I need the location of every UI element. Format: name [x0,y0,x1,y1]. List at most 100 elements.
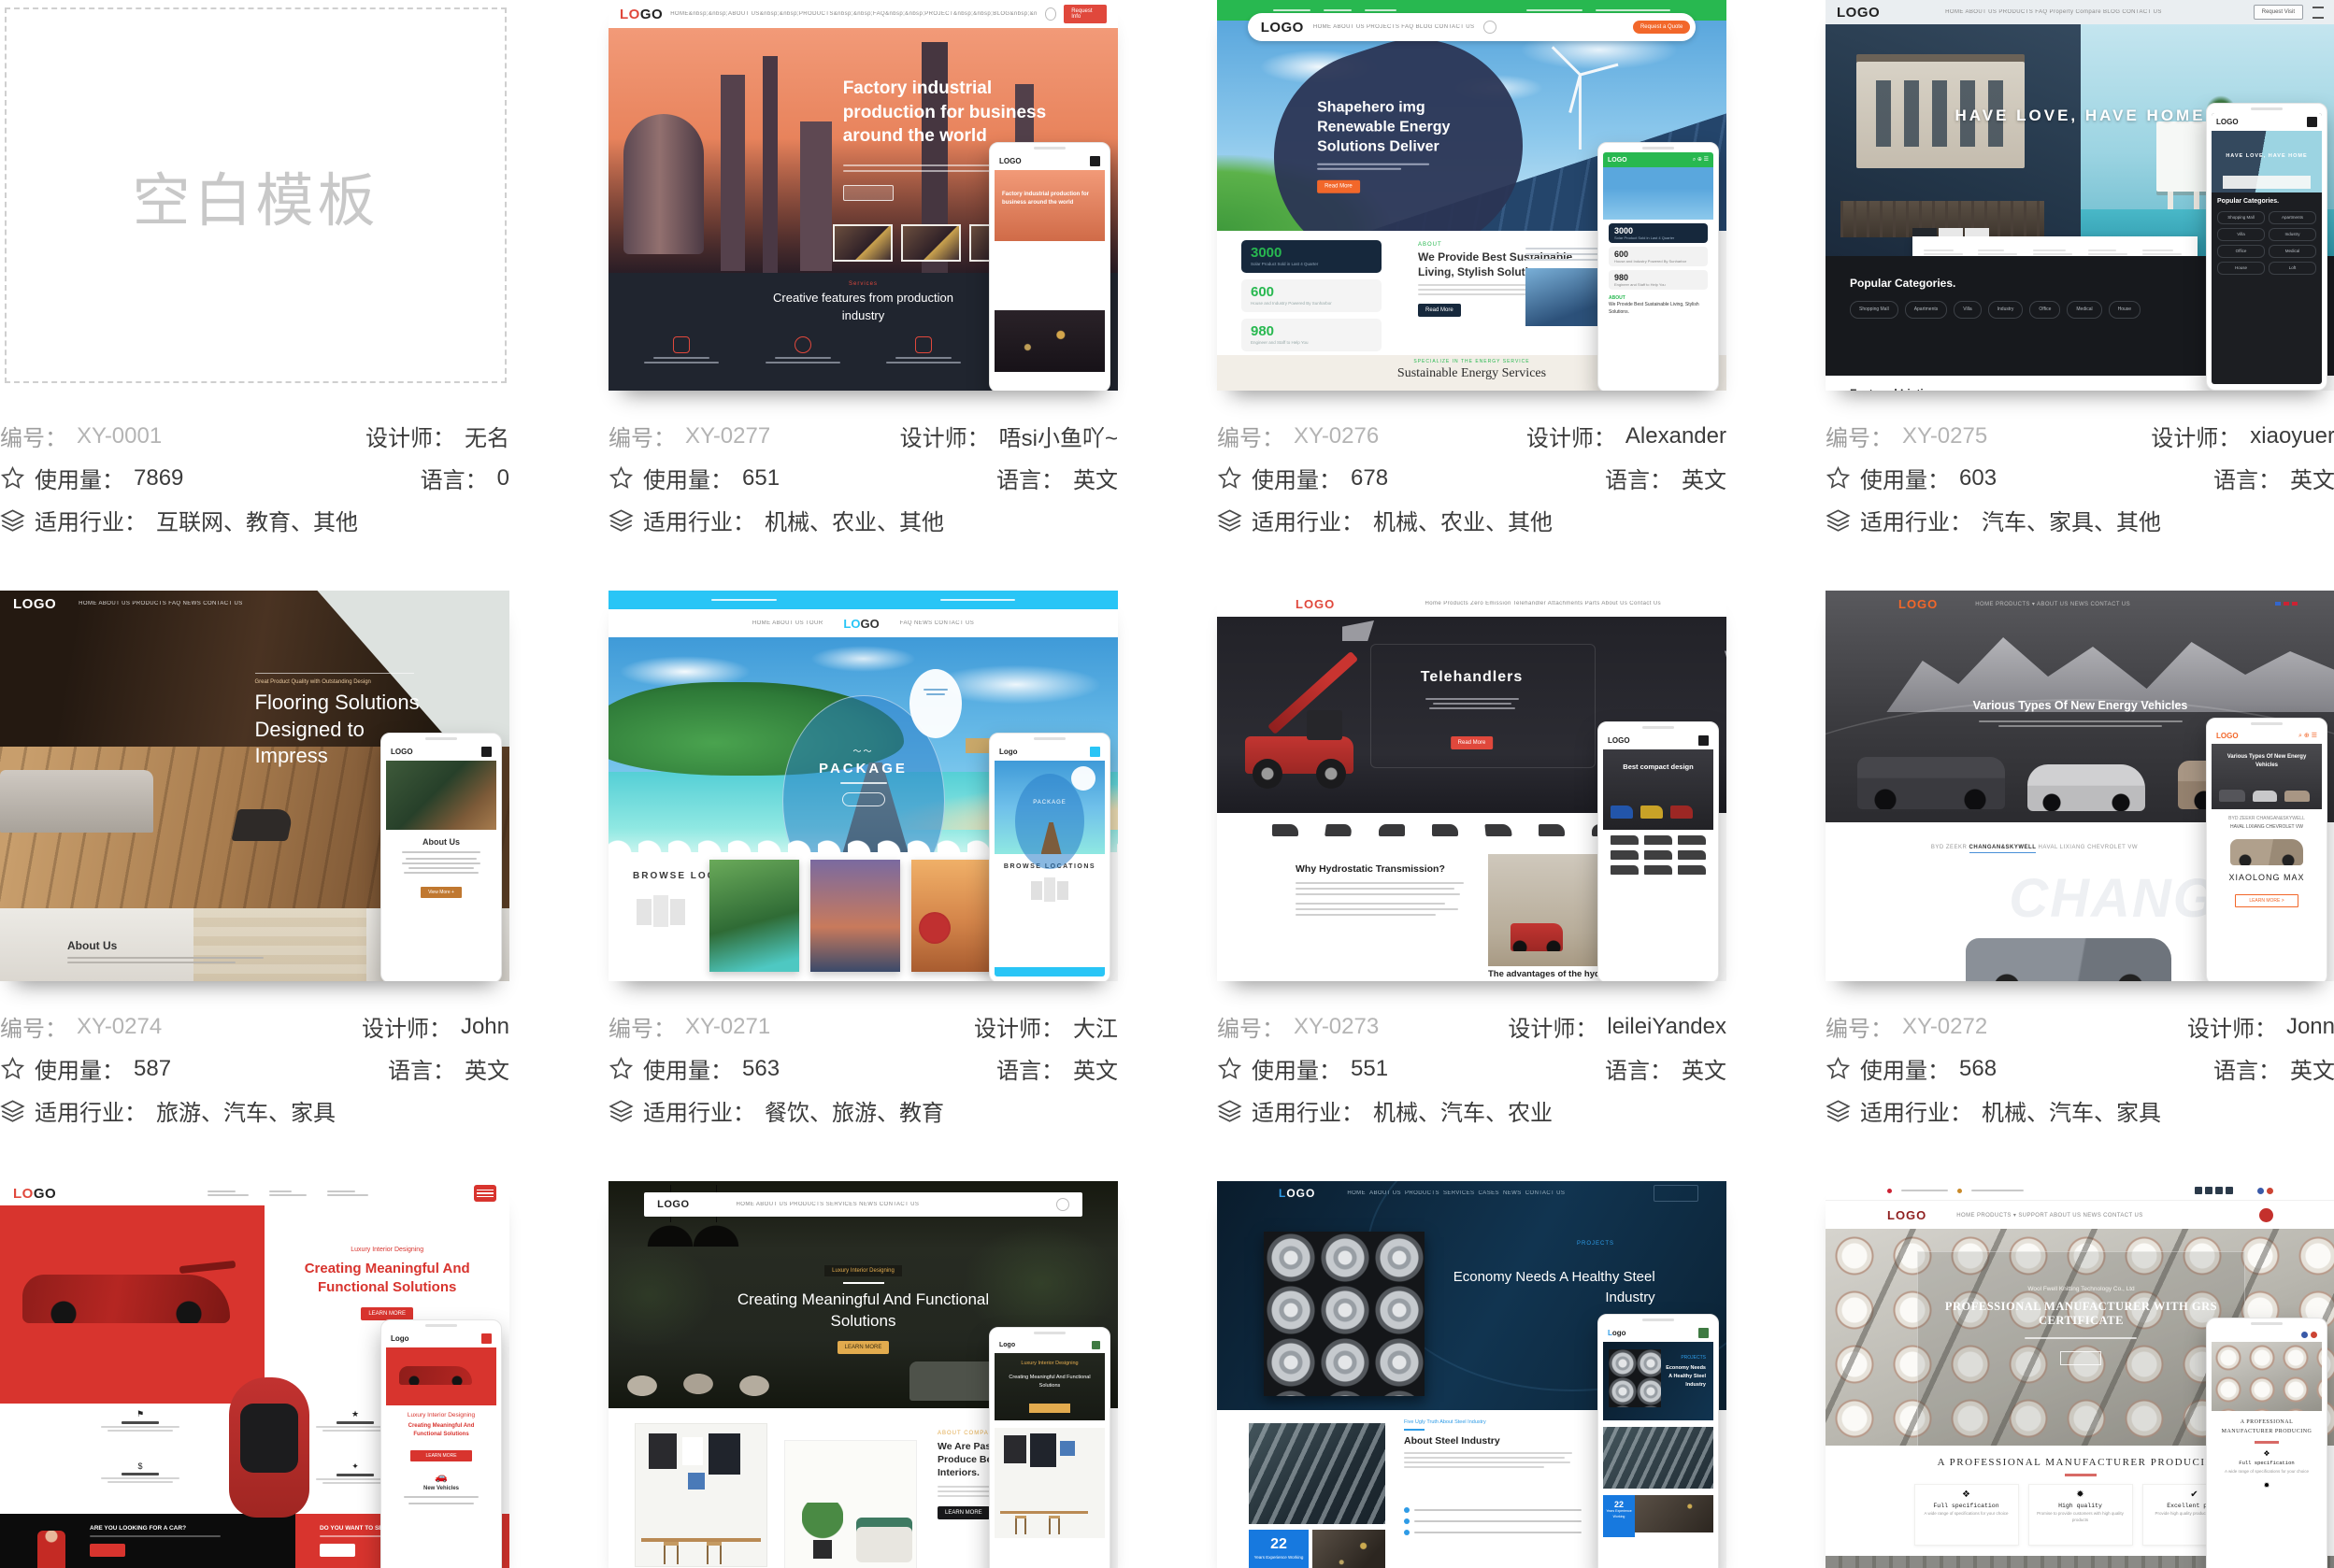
usage-value: 7869 [134,465,183,492]
template-meta: 编号：XY-0276 设计师：Alexander 使用量：678 语言：英文 适… [1217,391,1726,541]
search-icon [1056,1198,1069,1211]
contact-group [208,1190,249,1196]
language-label: 语言： [2213,462,2281,494]
code-label: 编号： [1826,1010,1893,1043]
language-label: 语言： [1605,1052,1672,1085]
template-thumbnail-interior[interactable]: LOGO HOME ABOUT US PRODUCTS SERVICES NEW… [609,1181,1118,1568]
feature-item: $ [84,1461,196,1485]
template-thumbnail-energy[interactable]: LOGO HOME ABOUT US PROJECTS FAQ BLOG CON… [1217,0,1726,391]
mini-cta-button: Request Info [1064,5,1107,23]
menu-icon [1698,1328,1709,1338]
star-icon [0,1056,25,1081]
contact-group [327,1190,368,1196]
stat-card: 3000Solar Product Sold in Last 4 Quarter [1241,240,1382,273]
phone-model-name: XIAOLONG MAX [2212,873,2322,882]
menu-icon [1092,1341,1100,1349]
layers-icon [1217,507,1242,533]
mini-logo: LOGO [1261,20,1304,36]
star-icon [0,465,25,491]
designer-value: 无名 [465,420,509,452]
mini-nav-right: FAQ NEWS CONTACT US [900,620,974,626]
usage-label: 使用量： [1860,1052,1950,1085]
designer-value: xiaoyuer [2250,423,2334,449]
template-thumbnail-flooring[interactable]: LOGO HOME ABOUT US PRODUCTS FAQ NEWS CON… [0,591,509,981]
mini-topbar [609,591,1118,609]
mini-logo: LOGO [13,596,56,612]
language-label: 语言： [388,1052,455,1085]
flag-icon [2301,1332,2308,1338]
spool-icon: ❖ [1915,1490,2018,1500]
designer-value: Alexander [1625,423,1726,449]
phone-hero-image: PROJECTS Economy Needs A Healthy Steel I… [1603,1342,1713,1420]
years-badge: 22 Years Experience Working [1249,1530,1309,1568]
phone-hero-image: Best compact design [1603,749,1713,830]
phone-hero-image [2212,1342,2322,1411]
feature-item [758,336,848,366]
phone-feature-icon: ✹ [2212,1481,2322,1490]
mini-hero-title: PROFESSIONAL MANUFACTURER WITH GRS CERTI… [1918,1300,2244,1328]
language-value: 英文 [1073,1052,1118,1085]
feature-item [879,336,968,366]
phone-cta-button: LEARN MORE > [2235,894,2298,907]
about-button: LEARN MORE [938,1506,990,1519]
code-value: XY-0275 [1902,423,1987,449]
template-thumbnail-travel[interactable]: HOME ABOUT US TOUR LOGO FAQ NEWS CONTACT… [609,591,1118,981]
location-card [709,860,799,972]
phone-stat: 600House and Industry Powered By Sunharb… [1609,247,1708,266]
template-thumbnail-blank[interactable]: 空白模板 [0,0,509,391]
star-icon [1826,465,1851,491]
template-thumbnail-textile[interactable]: LOGO HOME PRODUCTS ▾ SUPPORT ABOUT US NE… [1826,1181,2334,1568]
mini-header: LOGO HOME ABOUT US PRODUCTS FAQ NEWS CON… [0,591,509,617]
feature-item [637,336,726,366]
industries-label: 适用行业： [1860,504,1972,536]
template-thumbnail-vehicles[interactable]: LOGO HOME PRODUCTS ▾ ABOUT US NEWS CONTA… [1826,591,2334,981]
loader-photo [1488,854,1610,966]
mini-nav: HOME ABOUT US PRODUCTS SERVICES NEWS CON… [737,1202,920,1207]
phone-image [995,310,1105,372]
location-card [810,860,900,972]
location-cards [709,860,1001,972]
template-thumbnail-telehandler[interactable]: LOGO Home Products Zero Emission Telehan… [1217,591,1726,981]
template-card-xy0277: LOGO HOME&nbsp;&nbsp;ABOUT US&nbsp;&nbsp… [609,0,1118,591]
mini-header: LOGO HOME ABOUT US PRODUCTS FAQ Property… [1826,0,2334,24]
search-icon [1483,21,1496,34]
phone-tagline: Luxury Interior Designing [386,1412,496,1418]
phone-logo: LOGO [1608,157,1627,164]
phone-logo: Logo [1608,1329,1626,1337]
phone-logo: LOGO [391,748,413,756]
phone-mockup: LOGO⌕ ⊕ ☰ Various Types Of New Energy Ve… [2206,718,2327,981]
mini-hero-button: Read More [1451,736,1494,749]
mini-hero-title: Economy Needs A Healthy Steel Industry [1452,1267,1655,1308]
about-title: About Steel Industry [1404,1435,1572,1447]
hero-subtext [1979,718,2183,730]
industries-label: 适用行业： [1860,1094,1972,1127]
industries-label: 适用行业： [1252,504,1364,536]
code-label: 编号： [0,420,67,452]
menu-icon [2313,7,2324,19]
mini-nav: HOME PRODUCTS ▾ SUPPORT ABOUT US NEWS CO… [1956,1212,2142,1219]
mini-search-bar [1912,228,2198,256]
code-value: XY-0277 [685,423,770,449]
designer-label: 设计师： [1508,1010,1597,1043]
usage-value: 563 [742,1056,780,1082]
star-icon [609,465,634,491]
menu-icon [481,1333,492,1344]
usage-label: 使用量： [35,1052,124,1085]
template-thumbnail-factory[interactable]: LOGO HOME&nbsp;&nbsp;ABOUT US&nbsp;&nbsp… [609,0,1118,391]
template-thumbnail-steel[interactable]: LOGO HOME ABOUT US PRODUCTS SERVICES CAS… [1217,1181,1726,1568]
usage-label: 使用量： [643,462,733,494]
topview-car-art [229,1377,309,1518]
phone-mockup: LOGO ⌕ ⊕ ☰ 3000Solar Product Sold in Las… [1597,142,1719,391]
phone-section-title: A PROFESSIONAL MANUFACTURER PRODUCING [2212,1418,2322,1436]
mini-hero-title: Creating Meaningful And Functional Solut… [733,1290,995,1333]
mini-header: LOGO Home Products Zero Emission Telehan… [1217,591,1726,617]
about-title: About Us [67,939,264,952]
template-thumbnail-realestate[interactable]: LOGO HOME ABOUT US PRODUCTS FAQ Property… [1826,0,2334,391]
phone-logo: Logo [999,748,1018,756]
menu-icon [481,747,492,757]
phone-photo [1603,1427,1713,1489]
phone-logo: LOGO [2216,118,2239,126]
template-thumbnail-redcar[interactable]: LOGO Luxury Interior Designing Creating … [0,1181,509,1568]
template-card-xy0001: 空白模板 编号：XY-0001 设计师：无名 使用量：7869 语言：0 适用行… [0,0,509,591]
location-card [911,860,1001,972]
